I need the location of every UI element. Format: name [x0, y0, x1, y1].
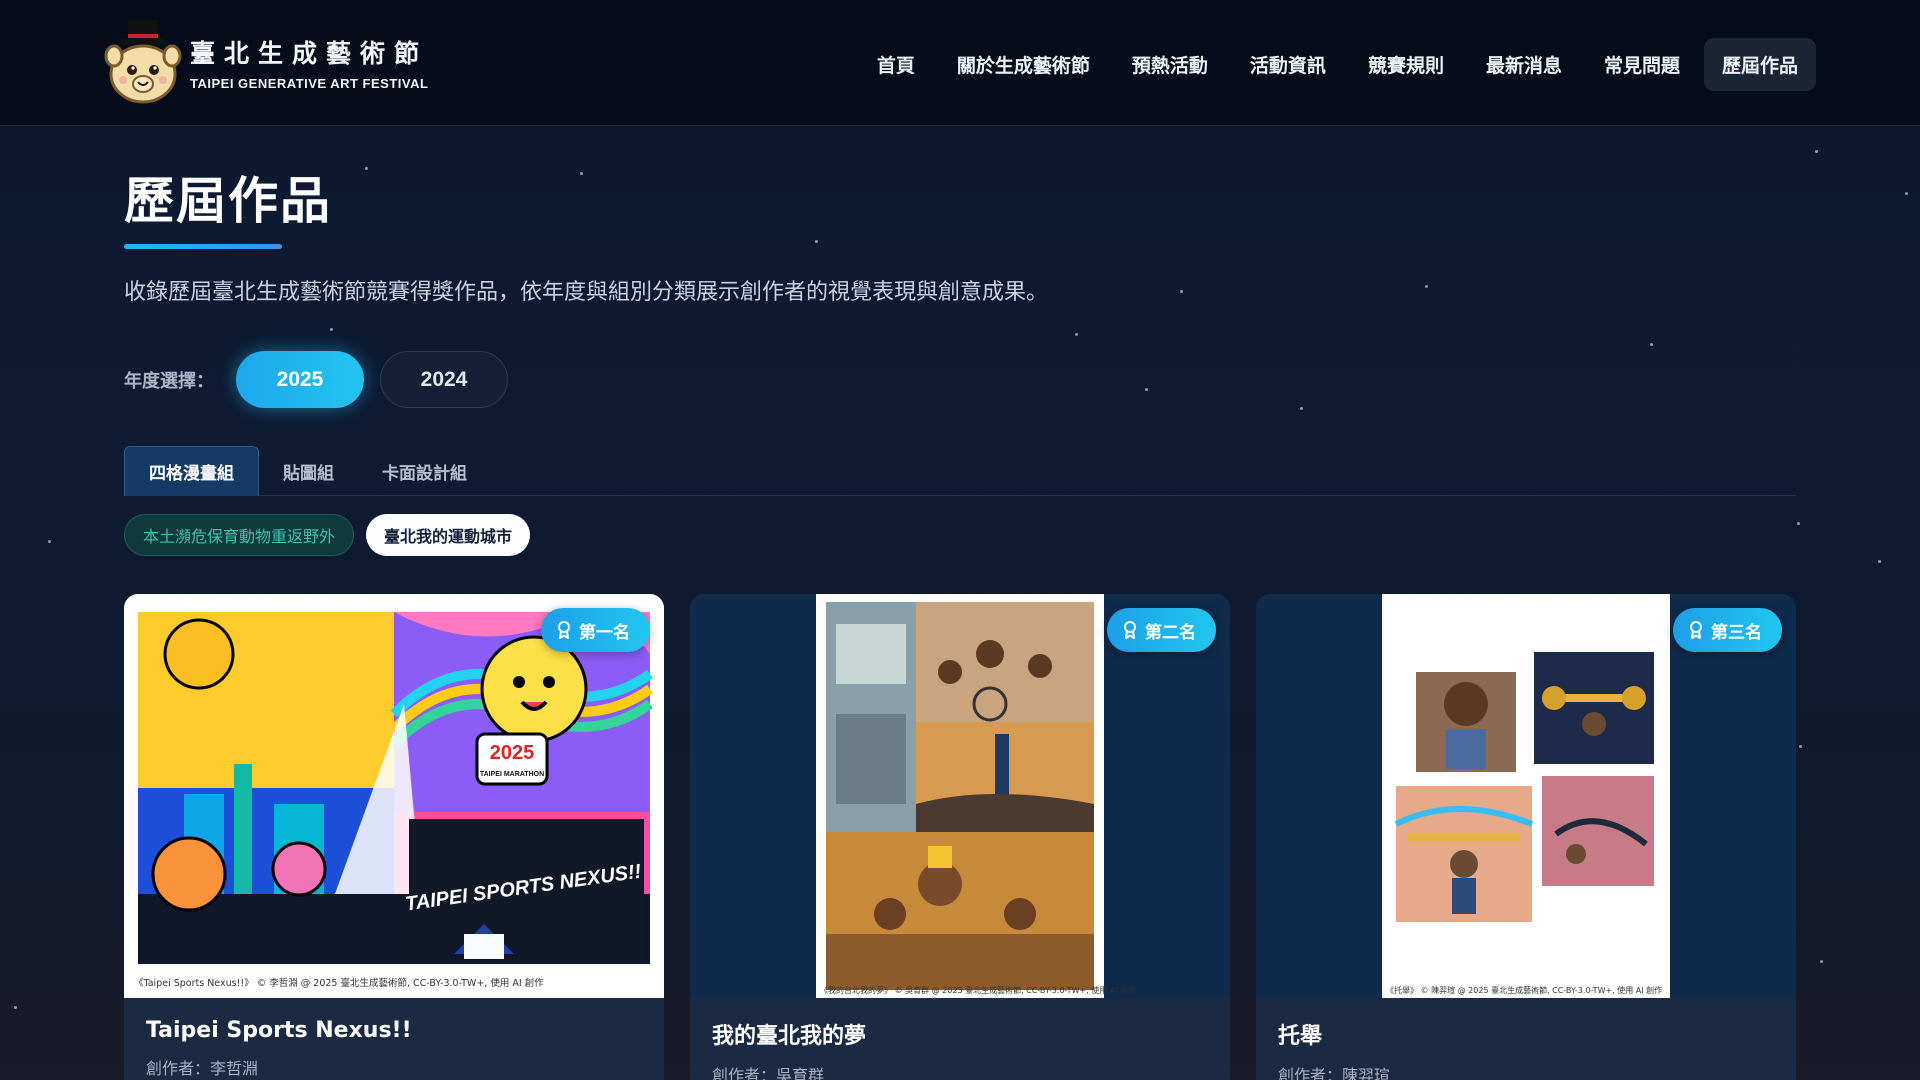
artwork-taipei-sports-nexus: 2025 TAIPEI MARATHON TAIPEI SPORTS NEXUS…: [124, 594, 664, 998]
page-title: 歷屆作品: [124, 172, 332, 230]
rank-badge-label: 第三名: [1711, 622, 1762, 643]
tab-four-panel-comic[interactable]: 四格漫畫組: [124, 446, 259, 496]
work-card-body: 我的臺北我的夢 創作者：吳育群: [690, 998, 1230, 1080]
work-image[interactable]: 《托舉》 © 陳羿瑄 @ 2025 臺北生成藝術節, CC-BY-3.0-TW+…: [1256, 594, 1796, 998]
theme-chip-sports-city[interactable]: 臺北我的運動城市: [366, 514, 531, 556]
alpaca-mascot-icon: [104, 20, 182, 104]
year-filter: 年度選擇： 2025 2024: [124, 351, 524, 408]
theme-filter: 本土瀕危保育動物重返野外 臺北我的運動城市: [124, 514, 542, 556]
nav-item-faq[interactable]: 常見問題: [1586, 38, 1698, 91]
nav-item-warmup[interactable]: 預熱活動: [1114, 38, 1226, 91]
work-author: 創作者：李哲淵: [146, 1059, 259, 1078]
rank-badge: 第二名: [1107, 608, 1216, 652]
work-card[interactable]: 《托舉》 © 陳羿瑄 @ 2025 臺北生成藝術節, CC-BY-3.0-TW+…: [1256, 594, 1796, 1080]
year-button-2025[interactable]: 2025: [236, 351, 364, 408]
main-nav: 首頁 關於生成藝術節 預熱活動 活動資訊 競賽規則 最新消息 常見問題 歷屆作品: [853, 38, 1816, 91]
nav-item-news[interactable]: 最新消息: [1468, 38, 1580, 91]
works-grid: 2025 TAIPEI MARATHON TAIPEI SPORTS NEXUS…: [124, 594, 1796, 1080]
artwork-my-taipei-my-dream: 《我的台北我的夢》 © 吳育群 @ 2025 臺北生成藝術節, CC-BY-3.…: [690, 594, 1230, 998]
work-caption: 《Taipei Sports Nexus!!》 © 李哲淵 @ 2025 臺北生…: [134, 977, 544, 989]
nav-item-home[interactable]: 首頁: [859, 38, 933, 91]
work-title[interactable]: 我的臺北我的夢: [712, 1018, 1208, 1050]
rank-badge: 第一名: [541, 608, 650, 652]
work-caption: 《我的台北我的夢》 © 吳育群 @ 2025 臺北生成藝術節, CC-BY-3.…: [820, 985, 1136, 995]
work-author: 創作者：吳育群: [712, 1066, 825, 1080]
logo-title-en: TAIPEI GENERATIVE ART FESTIVAL: [190, 75, 429, 91]
page-description: 收錄歷屆臺北生成藝術節競賽得獎作品，依年度與組別分類展示創作者的視覺表現與創意成…: [124, 280, 1049, 305]
nav-item-about[interactable]: 關於生成藝術節: [939, 38, 1108, 91]
rank-badge: 第三名: [1673, 608, 1782, 652]
award-ribbon-icon: [1690, 621, 1702, 639]
site-header: 臺北生成藝術節 TAIPEI GENERATIVE ART FESTIVAL 首…: [0, 0, 1920, 126]
nav-item-rules[interactable]: 競賽規則: [1350, 38, 1462, 91]
tab-card-design[interactable]: 卡面設計組: [358, 446, 491, 496]
work-author: 創作者：陳羿瑄: [1278, 1066, 1391, 1080]
artwork-lift: 《托舉》 © 陳羿瑄 @ 2025 臺北生成藝術節, CC-BY-3.0-TW+…: [1256, 594, 1796, 998]
work-image[interactable]: 2025 TAIPEI MARATHON TAIPEI SPORTS NEXUS…: [124, 594, 664, 998]
art-text-year: 2025: [490, 742, 535, 764]
rank-badge-label: 第二名: [1145, 622, 1196, 643]
rank-badge-label: 第一名: [579, 622, 630, 643]
award-ribbon-icon: [558, 621, 570, 639]
year-button-2024[interactable]: 2024: [380, 351, 508, 408]
logo-title-zh: 臺北生成藝術節: [190, 38, 429, 68]
nav-item-event-info[interactable]: 活動資訊: [1232, 38, 1344, 91]
work-card-body: Taipei Sports Nexus!! 創作者：李哲淵: [124, 998, 664, 1080]
theme-chip-endangered-animals[interactable]: 本土瀕危保育動物重返野外: [124, 514, 355, 556]
work-card[interactable]: 2025 TAIPEI MARATHON TAIPEI SPORTS NEXUS…: [124, 594, 664, 1080]
work-title[interactable]: 托舉: [1278, 1018, 1774, 1050]
tab-stickers[interactable]: 貼圖組: [259, 446, 358, 496]
site-logo[interactable]: 臺北生成藝術節 TAIPEI GENERATIVE ART FESTIVAL: [102, 18, 428, 106]
art-text-marathon: TAIPEI MARATHON: [480, 771, 544, 778]
work-image[interactable]: 《我的台北我的夢》 © 吳育群 @ 2025 臺北生成藝術節, CC-BY-3.…: [690, 594, 1230, 998]
work-title[interactable]: Taipei Sports Nexus!!: [146, 1018, 642, 1043]
work-card[interactable]: 《我的台北我的夢》 © 吳育群 @ 2025 臺北生成藝術節, CC-BY-3.…: [690, 594, 1230, 1080]
award-ribbon-icon: [1124, 621, 1136, 639]
title-underline: [124, 244, 282, 249]
work-caption: 《托舉》 © 陳羿瑄 @ 2025 臺北生成藝術節, CC-BY-3.0-TW+…: [1386, 985, 1662, 995]
nav-item-past-works[interactable]: 歷屆作品: [1703, 38, 1816, 91]
work-card-body: 托舉 創作者：陳羿瑄: [1256, 998, 1796, 1080]
year-filter-label: 年度選擇：: [124, 370, 214, 392]
category-tabs: 四格漫畫組 貼圖組 卡面設計組: [124, 446, 1796, 496]
